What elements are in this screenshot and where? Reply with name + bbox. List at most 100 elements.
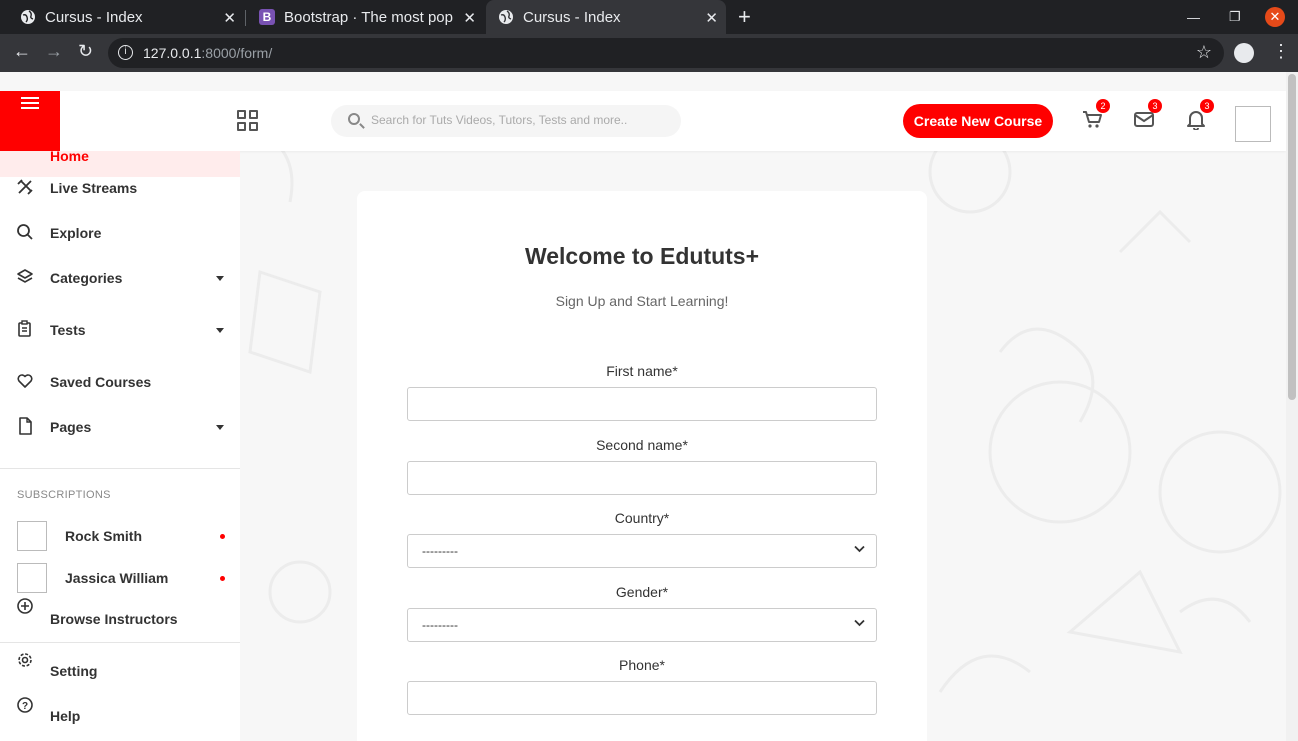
phone-field[interactable] — [407, 681, 877, 715]
back-icon[interactable]: ← — [13, 41, 31, 62]
new-tab-icon[interactable]: + — [738, 4, 751, 30]
plus-circle-icon — [16, 597, 34, 615]
user-avatar[interactable] — [1235, 106, 1271, 142]
sidebar-item-home[interactable]: Home — [0, 148, 240, 177]
gear-icon — [16, 651, 34, 669]
sidebar-item-explore[interactable]: Explore — [0, 223, 240, 253]
country-select[interactable]: --------- — [407, 534, 877, 568]
create-new-course-button[interactable]: Create New Course — [903, 104, 1053, 138]
sidebar-item-setting[interactable]: Setting — [0, 651, 240, 681]
caret-down-icon — [216, 328, 224, 333]
mail-badge: 3 — [1148, 99, 1162, 113]
globe-icon — [20, 9, 36, 25]
hamburger-icon — [21, 97, 39, 112]
tab-separator — [245, 10, 246, 26]
subscriptions-heading: SUBSCRIPTIONS — [17, 489, 111, 501]
page-scrollbar[interactable] — [1286, 72, 1298, 741]
info-icon[interactable]: i — [118, 45, 133, 60]
account-icon[interactable] — [1234, 43, 1254, 63]
sidebar-item-label: Tests — [50, 322, 86, 338]
first-name-label: First name* — [606, 363, 678, 379]
search-icon — [16, 223, 34, 241]
gender-select[interactable]: --------- — [407, 608, 877, 642]
address-bar[interactable]: i 127.0.0.1:8000/form/ ☆ — [108, 38, 1224, 68]
search-input[interactable] — [371, 113, 671, 127]
heart-icon — [16, 372, 34, 390]
form-subtitle: Sign Up and Start Learning! — [555, 293, 729, 309]
close-tab-icon[interactable]: ✕ — [705, 9, 718, 27]
caret-down-icon — [216, 276, 224, 281]
gender-label: Gender* — [615, 584, 669, 600]
second-name-field[interactable] — [407, 461, 877, 495]
bell-badge: 3 — [1200, 99, 1214, 113]
browse-instructors[interactable]: Browse Instructors — [0, 597, 240, 627]
browser-tab-2[interactable]: B Bootstrap · The most pop ✕ — [248, 0, 484, 34]
tab-title: Cursus - Index — [45, 8, 143, 26]
sidebar-item-pages[interactable]: Pages — [0, 417, 240, 447]
browser-tab-bar: Cursus - Index ✕ B Bootstrap · The most … — [0, 0, 1298, 34]
cart-icon[interactable]: 2 — [1080, 99, 1110, 132]
sidebar-item-label: Saved Courses — [50, 374, 152, 390]
browser-toolbar: ← → ↻ i 127.0.0.1:8000/form/ ☆ ⋮ — [0, 34, 1298, 72]
globe-icon — [498, 9, 514, 25]
subscription-name: Jassica William — [65, 570, 169, 586]
sidebar-item-label: Live Streams — [50, 180, 138, 196]
search-icon — [348, 113, 360, 125]
restore-icon[interactable]: ❐ — [1229, 0, 1241, 34]
sidebar-item-tests[interactable]: Tests — [0, 320, 240, 350]
close-tab-icon[interactable]: ✕ — [223, 9, 236, 27]
sidebar-item-label: Pages — [50, 419, 92, 435]
bell-icon[interactable]: 3 — [1184, 99, 1214, 132]
subscription-jassica-william[interactable]: Jassica William — [0, 563, 240, 595]
mail-icon[interactable]: 3 — [1132, 99, 1162, 132]
country-selected-value: --------- — [422, 544, 458, 558]
minimize-icon[interactable]: — — [1187, 0, 1200, 34]
live-dot — [220, 576, 225, 581]
forward-icon[interactable]: → — [45, 41, 63, 62]
bootstrap-icon: B — [259, 9, 275, 25]
scrollbar-thumb[interactable] — [1288, 74, 1296, 400]
window-close-icon[interactable]: ✕ — [1265, 7, 1285, 27]
form-title: Welcome to Edututs+ — [524, 243, 760, 269]
live-dot — [220, 534, 225, 539]
first-name-field[interactable] — [407, 387, 877, 421]
bookmark-star-icon[interactable]: ☆ — [1196, 42, 1212, 63]
sidebar: Home Live Streams Explore Categories Tes… — [0, 148, 240, 741]
phone-label: Phone* — [619, 657, 665, 673]
sidebar-item-categories[interactable]: Categories — [0, 268, 240, 298]
layers-icon — [16, 268, 34, 286]
subscription-name: Rock Smith — [65, 528, 143, 544]
browser-tab-1[interactable]: Cursus - Index ✕ — [0, 0, 244, 34]
hamburger-menu-button[interactable] — [0, 91, 60, 151]
file-icon — [16, 417, 34, 435]
tab-title: Bootstrap · The most pop — [284, 8, 453, 26]
sidebar-item-label: Help — [50, 708, 81, 724]
caret-down-icon — [216, 425, 224, 430]
country-label: Country* — [614, 510, 670, 526]
svg-text:?: ? — [22, 701, 28, 712]
gender-selected-value: --------- — [422, 618, 458, 632]
chevron-down-icon — [854, 618, 865, 630]
grid-apps-icon[interactable] — [237, 110, 258, 131]
signup-form-card: Welcome to Edututs+ Sign Up and Start Le… — [357, 191, 927, 741]
sidebar-divider — [0, 468, 240, 469]
avatar — [17, 563, 47, 593]
top-header: Create New Course 2 3 3 — [0, 91, 1286, 151]
sidebar-item-label: Explore — [50, 225, 102, 241]
sidebar-item-label: Categories — [50, 270, 123, 286]
sidebar-item-live-streams[interactable]: Live Streams — [0, 178, 240, 208]
chevron-down-icon — [854, 544, 865, 556]
help-circle-icon: ? — [16, 696, 34, 714]
sidebar-item-help[interactable]: ? Help — [0, 696, 240, 726]
browser-tab-3-active[interactable]: Cursus - Index ✕ — [486, 0, 726, 34]
sidebar-item-label: Setting — [50, 663, 98, 679]
reload-icon[interactable]: ↻ — [78, 41, 93, 62]
live-streams-icon — [16, 178, 34, 196]
sidebar-item-saved-courses[interactable]: Saved Courses — [0, 372, 240, 402]
avatar — [17, 521, 47, 551]
search-bar[interactable] — [331, 105, 681, 137]
subscription-rock-smith[interactable]: Rock Smith — [0, 521, 240, 553]
close-tab-icon[interactable]: ✕ — [463, 9, 476, 27]
url-text: 127.0.0.1:8000/form/ — [143, 45, 273, 61]
browser-menu-icon[interactable]: ⋮ — [1272, 41, 1290, 62]
